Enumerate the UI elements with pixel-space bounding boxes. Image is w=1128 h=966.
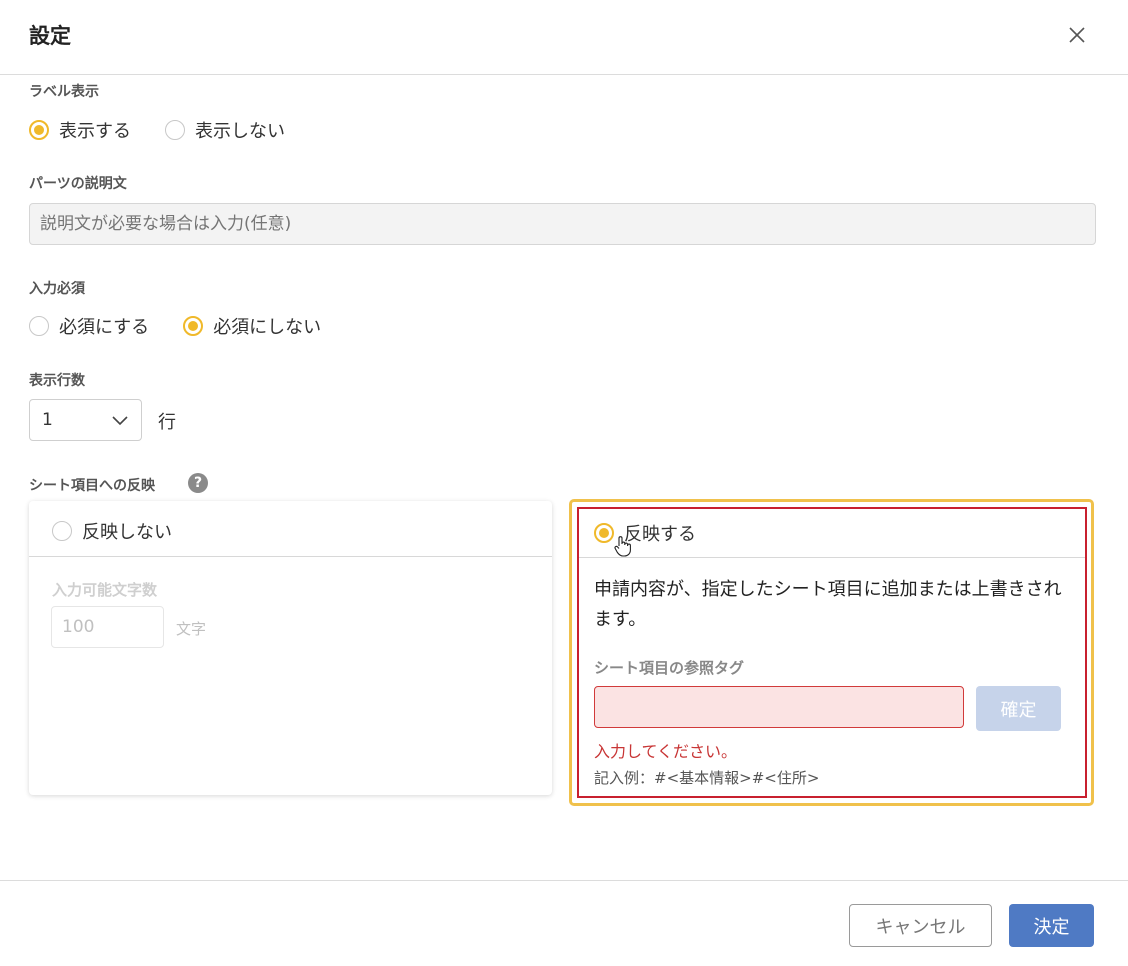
reflect-label: 反映する (624, 524, 696, 545)
label-display-show-label: 表示する (59, 121, 131, 142)
tag-example: 記入例：#<基本情報>#<住所> (594, 769, 820, 787)
char-limit-label: 入力可能文字数 (52, 581, 158, 599)
help-icon[interactable]: ? (188, 473, 208, 493)
radio-unselected-icon[interactable] (29, 316, 49, 336)
label-display-hide-label: 表示しない (195, 121, 285, 142)
label-display-hide-option[interactable]: 表示しない (165, 117, 285, 143)
radio-selected-icon[interactable] (183, 316, 204, 336)
tag-error-message: 入力してください。 (594, 742, 738, 761)
tag-input[interactable] (594, 686, 964, 728)
rows-title: 表示行数 (29, 373, 85, 389)
cancel-button[interactable]: キャンセル (849, 904, 992, 947)
no-reflect-option[interactable]: 反映しない (52, 518, 172, 544)
no-reflect-label: 反映しない (82, 522, 172, 543)
radio-selected-icon[interactable] (594, 523, 614, 543)
description-title: パーツの説明文 (29, 176, 127, 192)
required-yes-option[interactable]: 必須にする (29, 313, 149, 339)
label-display-title: ラベル表示 (29, 84, 99, 100)
rows-select-value: 1 (42, 410, 53, 430)
label-display-radio-group: 表示する 表示しない (29, 117, 319, 143)
description-input[interactable] (29, 203, 1096, 245)
ok-button[interactable]: 決定 (1009, 904, 1094, 947)
char-limit-input: 100 (51, 606, 164, 648)
required-title: 入力必須 (29, 281, 85, 297)
close-icon (1069, 27, 1085, 43)
label-display-show-option[interactable]: 表示する (29, 117, 131, 143)
tag-label: シート項目の参照タグ (594, 659, 745, 677)
hand-pointer-icon (614, 536, 631, 557)
radio-selected-icon[interactable] (29, 120, 49, 140)
reflect-card-header: 反映する (579, 509, 1085, 558)
required-radio-group: 必須にする 必須にしない (29, 313, 355, 339)
reflect-card[interactable]: 反映する 申請内容が、指定したシート項目に追加または上書きされます。 シート項目… (577, 507, 1087, 798)
required-no-option[interactable]: 必須にしない (183, 313, 321, 339)
confirm-button[interactable]: 確定 (976, 686, 1061, 731)
no-reflect-card-header: 反映しない (29, 501, 552, 557)
dialog-title: 設定 (29, 24, 71, 48)
chevron-down-icon (112, 416, 128, 426)
radio-unselected-icon[interactable] (165, 120, 185, 140)
radio-unselected-icon[interactable] (52, 521, 72, 541)
dialog-header: 設定 (0, 0, 1128, 75)
footer-divider (0, 880, 1128, 881)
sheet-reflect-title: シート項目への反映 (29, 478, 155, 494)
required-yes-label: 必須にする (59, 317, 150, 338)
reflect-description: 申請内容が、指定したシート項目に追加または上書きされます。 (594, 579, 1062, 630)
rows-select[interactable]: 1 (29, 399, 142, 441)
rows-unit: 行 (158, 412, 176, 433)
close-button[interactable] (1062, 20, 1092, 50)
char-limit-unit: 文字 (176, 620, 207, 638)
required-no-label: 必須にしない (213, 317, 322, 338)
no-reflect-card[interactable]: 反映しない 入力可能文字数 100 文字 (29, 501, 552, 795)
reflect-option[interactable]: 反映する (594, 520, 696, 546)
